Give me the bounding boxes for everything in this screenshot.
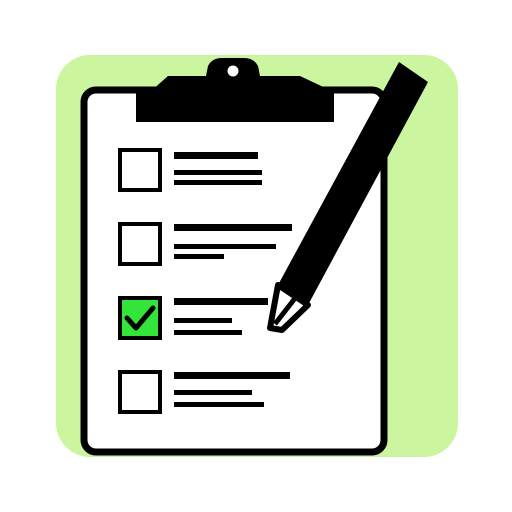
checklist-item — [118, 148, 262, 192]
item-text-line — [174, 244, 276, 249]
item-text-line — [174, 390, 252, 395]
item-title-line — [174, 152, 258, 159]
item-text-line — [174, 318, 232, 323]
item-text-line — [174, 254, 224, 259]
item-title-line — [174, 224, 292, 231]
app-icon-stage — [0, 0, 512, 512]
item-text-line — [174, 330, 242, 335]
item-title-line — [174, 298, 268, 305]
item-text-line — [174, 170, 262, 175]
checkbox — [118, 148, 162, 192]
item-text-line — [174, 402, 264, 407]
item-text-line — [174, 180, 262, 185]
clipboard-checklist-pencil-icon[interactable] — [0, 0, 512, 512]
checkbox — [118, 370, 162, 414]
checkbox — [118, 222, 162, 266]
item-title-line — [174, 372, 290, 379]
